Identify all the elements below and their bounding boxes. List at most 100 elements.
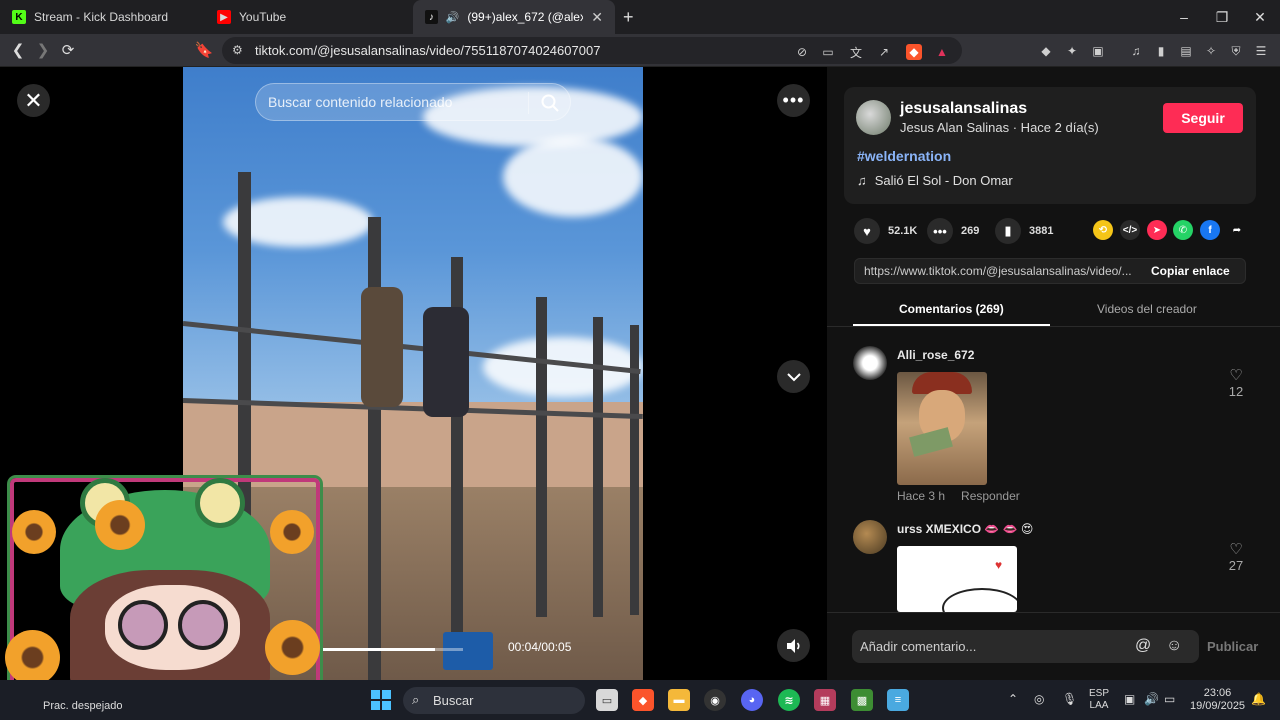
file-explorer-icon[interactable]: ▬ bbox=[668, 689, 690, 711]
music-link[interactable]: ♫ Salió El Sol - Don Omar bbox=[857, 173, 1013, 188]
url-text[interactable]: tiktok.com/@jesusalansalinas/video/75511… bbox=[255, 43, 600, 58]
wallet-icon[interactable]: ▤ bbox=[1178, 43, 1194, 59]
tab-kick-dashboard[interactable]: K Stream - Kick Dashboard bbox=[0, 0, 205, 34]
comment-username[interactable]: Alli_rose_672 bbox=[897, 348, 974, 362]
clock[interactable]: 23:06 19/09/2025 bbox=[1190, 687, 1245, 713]
comment-avatar[interactable] bbox=[853, 520, 887, 554]
video-link-text[interactable]: https://www.tiktok.com/@jesusalansalinas… bbox=[864, 264, 1138, 278]
heart-icon[interactable]: ♥ bbox=[854, 218, 880, 244]
close-tab-icon[interactable]: ✕ bbox=[591, 9, 603, 26]
spotify-icon[interactable]: ≋ bbox=[778, 689, 800, 711]
language-indicator[interactable]: ESP LAA bbox=[1089, 688, 1109, 712]
follow-button[interactable]: Seguir bbox=[1163, 103, 1243, 133]
microphone-icon[interactable]: 🎙 bbox=[1062, 692, 1077, 706]
comment-gif[interactable] bbox=[897, 372, 987, 485]
hashtag-link[interactable]: #weldernation bbox=[857, 148, 951, 164]
volume-icon[interactable]: 🔊 bbox=[1144, 692, 1159, 706]
like-count: 52.1K bbox=[888, 225, 918, 237]
search-icon[interactable] bbox=[540, 93, 560, 113]
new-tab-button[interactable]: + bbox=[623, 7, 634, 28]
related-search-placeholder[interactable]: Buscar contenido relacionado bbox=[268, 94, 452, 110]
comment-icon[interactable]: ••• bbox=[927, 218, 953, 244]
more-options-button[interactable]: ••• bbox=[777, 84, 810, 117]
network-icon[interactable]: ▣ bbox=[1124, 692, 1135, 706]
facebook-icon[interactable]: f bbox=[1200, 220, 1220, 240]
media-icon[interactable]: ♫ bbox=[1128, 43, 1144, 59]
wallet-diamond-icon[interactable]: ◆ bbox=[1038, 43, 1054, 59]
heart-outline-icon[interactable]: ♡ bbox=[1224, 366, 1248, 384]
discord-icon[interactable]: ◕ bbox=[741, 689, 763, 711]
comment-time: Hace 3 h bbox=[897, 489, 946, 503]
forward-icon[interactable]: ❯ bbox=[31, 38, 55, 62]
share-page-icon[interactable]: ↗ bbox=[876, 44, 892, 60]
video-progress-bar[interactable] bbox=[323, 648, 463, 651]
send-to-friends-icon[interactable]: ➤ bbox=[1147, 220, 1167, 240]
comment-stat[interactable]: ••• 269 bbox=[927, 218, 979, 244]
close-video-button[interactable]: ✕ bbox=[17, 84, 50, 117]
battery-icon[interactable]: ▭ bbox=[1164, 692, 1175, 706]
tab-tiktok[interactable]: ♪ 🔊 (99+)alex_672 (@alex_agolo ✕ bbox=[413, 0, 615, 34]
comment-avatar[interactable] bbox=[853, 346, 887, 380]
author-avatar[interactable] bbox=[856, 100, 891, 135]
embed-icon[interactable]: </> bbox=[1120, 220, 1140, 240]
weather-text[interactable]: Prac. despejado bbox=[43, 700, 123, 712]
emoji-icon[interactable]: ☺ bbox=[1166, 637, 1182, 655]
next-video-button[interactable] bbox=[777, 360, 810, 393]
bookmark-icon[interactable]: ▮ bbox=[995, 218, 1021, 244]
taskbar-search[interactable]: ⌕ Buscar bbox=[403, 687, 585, 714]
comment-placeholder[interactable]: Añadir comentario... bbox=[860, 639, 976, 654]
bookmark-icon[interactable]: 🔖 bbox=[192, 38, 216, 62]
publish-button[interactable]: Publicar bbox=[1207, 639, 1258, 654]
reply-button[interactable]: Responder bbox=[961, 489, 1020, 503]
task-view-icon[interactable]: ▭ bbox=[596, 689, 618, 711]
minecraft-icon[interactable]: ▩ bbox=[851, 689, 873, 711]
leo-ai-icon[interactable]: ✧ bbox=[1203, 43, 1219, 59]
site-settings-icon[interactable]: ⚙ bbox=[232, 43, 243, 57]
heart-outline-icon[interactable]: ♡ bbox=[1224, 540, 1248, 558]
tab-creator-videos[interactable]: Videos del creador bbox=[1097, 302, 1197, 316]
save-stat[interactable]: ▮ 3881 bbox=[995, 218, 1053, 244]
close-window-button[interactable]: ✕ bbox=[1241, 0, 1279, 34]
comment-sticker[interactable]: ♥ bbox=[897, 546, 1017, 612]
brave-rewards-icon[interactable]: ▲ bbox=[934, 44, 950, 60]
reload-icon[interactable]: ⟳ bbox=[56, 38, 80, 62]
obs-icon[interactable]: ◉ bbox=[704, 689, 726, 711]
share-icon[interactable]: ➦ bbox=[1227, 220, 1247, 240]
tracking-off-icon[interactable]: ⊘ bbox=[794, 44, 810, 60]
sidebar-icon[interactable]: ▮ bbox=[1153, 43, 1169, 59]
volume-button[interactable] bbox=[777, 629, 810, 662]
notepad-icon[interactable]: ≡ bbox=[887, 689, 909, 711]
taskbar-search-text[interactable]: Buscar bbox=[433, 693, 473, 708]
translate-icon[interactable]: 文 bbox=[848, 44, 864, 60]
repost-icon[interactable]: ⟲ bbox=[1093, 220, 1113, 240]
maximize-button[interactable]: ❐ bbox=[1203, 0, 1241, 34]
related-search-bar[interactable]: Buscar contenido relacionado bbox=[255, 83, 571, 121]
comment-username[interactable]: urss XMEXICO 👄 👄 😍 bbox=[897, 522, 1033, 536]
whatsapp-icon[interactable]: ✆ bbox=[1173, 220, 1193, 240]
vpn-icon[interactable]: ⛨ bbox=[1228, 43, 1244, 59]
windows-start-icon[interactable] bbox=[371, 690, 391, 710]
comment-input[interactable]: Añadir comentario... @ ☺ bbox=[852, 630, 1199, 663]
brave-shield-icon[interactable]: ◆ bbox=[906, 44, 922, 60]
mention-icon[interactable]: @ bbox=[1135, 637, 1151, 655]
address-bar[interactable]: ⚙ tiktok.com/@jesusalansalinas/video/755… bbox=[222, 37, 962, 64]
chevron-up-icon[interactable]: ⌃ bbox=[1008, 692, 1018, 706]
menu-icon[interactable]: ☰ bbox=[1253, 43, 1269, 59]
back-icon[interactable]: ❮ bbox=[6, 38, 30, 62]
like-stat[interactable]: ♥ 52.1K bbox=[854, 218, 917, 244]
screenshot-icon[interactable]: ▣ bbox=[1090, 43, 1106, 59]
tab-youtube[interactable]: ▶ YouTube bbox=[205, 0, 410, 34]
comment-like[interactable]: ♡ 27 bbox=[1224, 540, 1248, 573]
cast-icon[interactable]: ▭ bbox=[820, 44, 836, 60]
notification-icon[interactable]: 🔔 bbox=[1251, 692, 1266, 706]
extensions-icon[interactable]: ✦ bbox=[1064, 43, 1080, 59]
tray-app-icon[interactable]: ◎ bbox=[1034, 692, 1044, 706]
video-link-box[interactable]: https://www.tiktok.com/@jesusalansalinas… bbox=[854, 258, 1246, 284]
comment-like[interactable]: ♡ 12 bbox=[1224, 366, 1248, 399]
app-icon[interactable]: ▦ bbox=[814, 689, 836, 711]
minimize-button[interactable]: – bbox=[1165, 0, 1203, 34]
copy-link-button[interactable]: Copiar enlace bbox=[1151, 264, 1230, 278]
brave-browser-icon[interactable]: ◆ bbox=[632, 689, 654, 711]
tab-comments[interactable]: Comentarios (269) bbox=[899, 302, 1004, 316]
author-username[interactable]: jesusalansalinas bbox=[900, 100, 1027, 118]
